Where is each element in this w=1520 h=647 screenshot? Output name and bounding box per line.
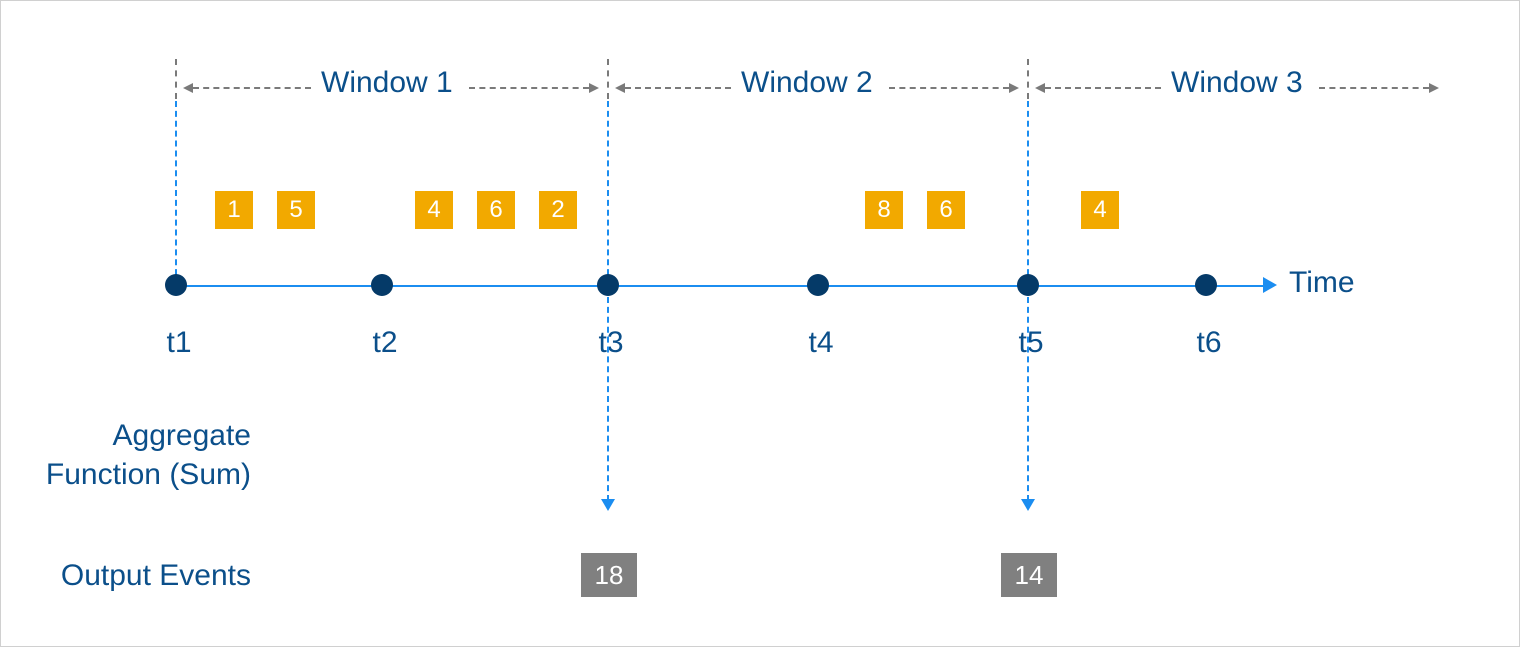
window-boundary-line — [607, 59, 609, 99]
output-arrowhead-icon — [601, 499, 615, 511]
output-box: 18 — [581, 553, 637, 597]
tick-dot — [165, 274, 187, 296]
event-box: 5 — [277, 191, 315, 229]
window-end-line — [1027, 101, 1029, 285]
tick-dot — [371, 274, 393, 296]
window-start-line — [175, 101, 177, 285]
window-label: Window 2 — [741, 66, 873, 100]
window-end-line — [607, 101, 609, 285]
tick-label: t5 — [1001, 326, 1061, 360]
window-boundary-line — [175, 59, 177, 99]
aggregate-function-label: Aggregate Function (Sum) — [0, 416, 251, 494]
output-box: 14 — [1001, 553, 1057, 597]
window-arrow-right — [1319, 87, 1429, 89]
tick-label: t2 — [355, 326, 415, 360]
window-arrow-left — [193, 87, 311, 89]
tick-label: t4 — [791, 326, 851, 360]
aggregate-label-line2: Function (Sum) — [46, 458, 251, 491]
event-box: 6 — [477, 191, 515, 229]
event-box: 8 — [865, 191, 903, 229]
window-arrow-right — [889, 87, 1009, 89]
diagram-container: Window 1 Window 2 Window 3 1 5 4 6 2 8 6… — [0, 0, 1520, 647]
tick-dot — [1017, 274, 1039, 296]
output-arrow-line — [607, 297, 609, 501]
tick-label: t1 — [149, 326, 209, 360]
event-box: 4 — [1081, 191, 1119, 229]
output-arrow-line — [1027, 297, 1029, 501]
window-boundary-line — [1027, 59, 1029, 99]
window-label: Window 3 — [1171, 66, 1303, 100]
tick-label: t6 — [1179, 326, 1239, 360]
event-box: 4 — [415, 191, 453, 229]
event-box: 6 — [927, 191, 965, 229]
tick-label: t3 — [581, 326, 641, 360]
window-arrow-left — [1045, 87, 1161, 89]
event-box: 2 — [539, 191, 577, 229]
time-axis — [173, 285, 1263, 287]
axis-label: Time — [1289, 266, 1355, 300]
output-events-label: Output Events — [0, 556, 251, 595]
output-arrowhead-icon — [1021, 499, 1035, 511]
aggregate-label-line1: Aggregate — [113, 419, 251, 452]
tick-dot — [597, 274, 619, 296]
tick-dot — [807, 274, 829, 296]
window-arrow-right — [469, 87, 589, 89]
event-box: 1 — [215, 191, 253, 229]
time-axis-arrowhead-icon — [1263, 277, 1277, 293]
window-label: Window 1 — [321, 66, 453, 100]
tick-dot — [1195, 274, 1217, 296]
window-arrow-left — [625, 87, 731, 89]
